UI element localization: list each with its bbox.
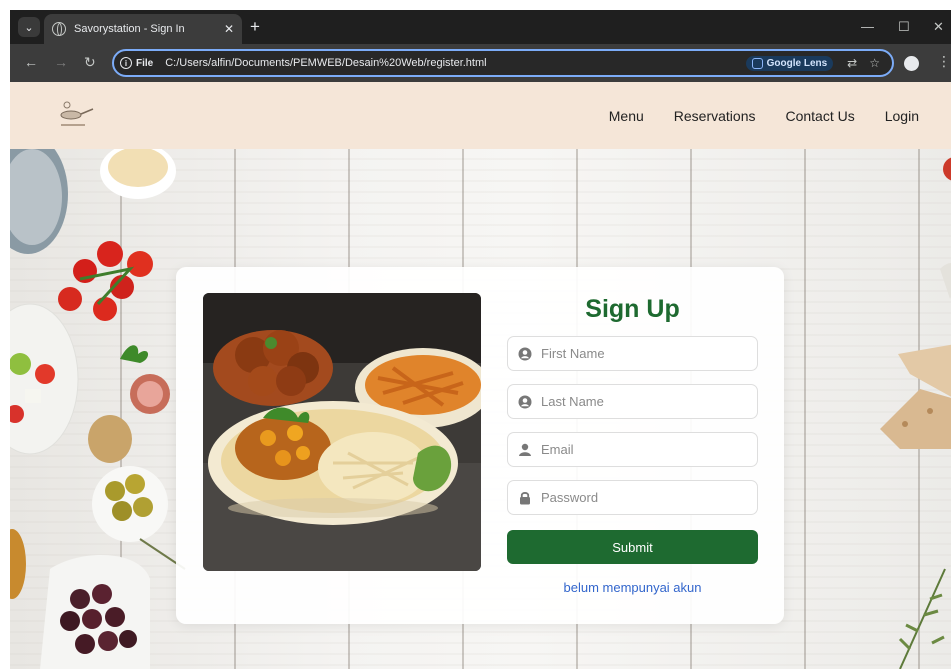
tab-strip: ⌄ Savorystation - Sign In ✕ + — ☐ ✕ (10, 10, 951, 44)
star-icon[interactable]: ☆ (869, 56, 880, 70)
first-name-input[interactable] (541, 346, 741, 361)
password-input[interactable] (541, 490, 741, 505)
globe-icon (52, 22, 66, 36)
nav-menu-link[interactable]: Menu (609, 108, 644, 124)
user-circle-icon (518, 347, 532, 361)
google-lens-label: Google Lens (766, 57, 828, 69)
address-bar[interactable]: i File C:/Users/alfin/Documents/PEMWEB/D… (112, 49, 894, 77)
first-name-field[interactable] (507, 336, 758, 371)
profile-avatar-icon[interactable] (904, 56, 919, 71)
lock-icon (518, 491, 532, 505)
password-field[interactable] (507, 480, 758, 515)
google-lens-button[interactable]: Google Lens (745, 55, 834, 71)
main-nav: Menu Reservations Contact Us Login (579, 82, 919, 149)
minimize-icon[interactable]: — (861, 19, 874, 34)
browser-toolbar: ← → ↻ i File C:/Users/alfin/Documents/PE… (10, 44, 951, 82)
back-icon[interactable]: ← (24, 54, 38, 70)
email-input[interactable] (541, 442, 741, 457)
new-tab-button[interactable]: + (250, 17, 260, 37)
nav-login-link[interactable]: Login (885, 108, 919, 124)
forward-icon[interactable]: → (54, 54, 68, 70)
tab-search-button[interactable]: ⌄ (18, 17, 40, 37)
site-navbar: Menu Reservations Contact Us Login (10, 82, 951, 149)
food-photo (203, 293, 481, 571)
site-info-label: File (136, 57, 154, 69)
food-decoration-right (880, 157, 951, 669)
close-window-icon[interactable]: ✕ (933, 19, 944, 35)
tab-title: Savorystation - Sign In (74, 23, 185, 35)
email-field[interactable] (507, 432, 758, 467)
user-circle-icon (518, 395, 532, 409)
no-account-link[interactable]: belum mempunyai akun (507, 580, 758, 595)
browser-window: ⌄ Savorystation - Sign In ✕ + — ☐ ✕ ← → … (10, 10, 951, 669)
info-icon: i (120, 57, 132, 69)
tab-close-icon[interactable]: ✕ (224, 22, 234, 36)
submit-button[interactable]: Submit (507, 530, 758, 564)
form-title: Sign Up (585, 295, 680, 323)
nav-contact-link[interactable]: Contact Us (785, 108, 854, 124)
last-name-input[interactable] (541, 394, 741, 409)
lens-icon (751, 57, 763, 69)
reload-icon[interactable]: ↻ (84, 54, 96, 71)
more-menu-icon[interactable]: ⋮ (937, 53, 951, 70)
url-text[interactable]: C:/Users/alfin/Documents/PEMWEB/Desain%2… (165, 57, 745, 69)
savorystation-logo[interactable] (55, 100, 95, 130)
browser-tab[interactable]: Savorystation - Sign In ✕ (44, 14, 242, 44)
site-info-chip[interactable]: i File (120, 57, 153, 69)
maximize-icon[interactable]: ☐ (898, 19, 910, 35)
hero-background: Sign Up First Name Last Name Email Submi… (10, 149, 951, 669)
signup-card: Sign Up First Name Last Name Email Submi… (176, 267, 784, 624)
translate-icon[interactable]: ⇄ (847, 56, 857, 70)
user-icon (518, 443, 532, 457)
last-name-field[interactable] (507, 384, 758, 419)
page-viewport: Menu Reservations Contact Us Login Sign … (10, 82, 951, 669)
food-decoration-left (10, 149, 186, 669)
nav-reservations-link[interactable]: Reservations (674, 108, 756, 124)
